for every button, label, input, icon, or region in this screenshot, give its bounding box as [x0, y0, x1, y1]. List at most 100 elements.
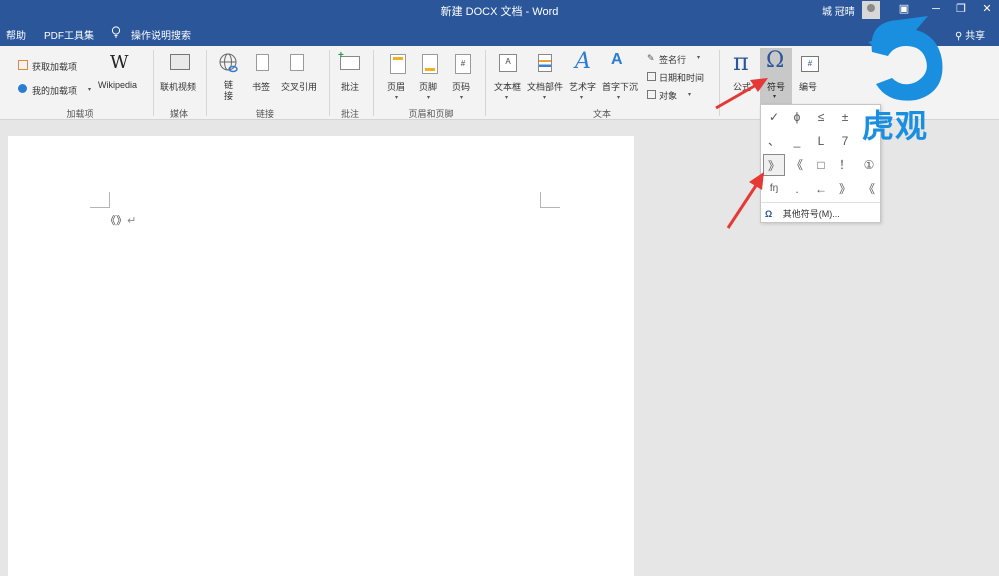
title-bar: 新建 DOCX 文档 - Word 城 冠晴 ▣ ─ ❐ ✕	[0, 0, 999, 20]
share-label: 共享	[965, 31, 986, 42]
symbol-cell[interactable]: ±	[834, 106, 856, 128]
tab-pdf-tools[interactable]: PDF工具集	[44, 27, 94, 42]
numbering-icon: #	[801, 56, 819, 72]
symbol-cell[interactable]: 《	[786, 154, 808, 176]
symbol-cell[interactable]: 》	[834, 178, 856, 200]
tab-bar: 帮助 PDF工具集 操作说明搜索 ⚲ 共享	[0, 20, 999, 46]
symbol-cell[interactable]: ！	[834, 154, 856, 176]
object-icon	[647, 90, 656, 99]
document-page[interactable]	[8, 136, 634, 576]
chevron-down-icon[interactable]: ▾	[688, 91, 691, 98]
chevron-down-icon[interactable]: ▾	[460, 94, 463, 101]
symbol-button[interactable]: Ω 符号 ▾	[760, 48, 792, 104]
comment-button[interactable]: 批注	[341, 80, 359, 93]
symbol-cell[interactable]: ✓	[763, 106, 785, 128]
symbol-label: 符号	[767, 82, 786, 92]
restore-button[interactable]: ❐	[954, 2, 968, 16]
crop-mark	[90, 192, 110, 208]
chevron-down-icon[interactable]: ▾	[427, 94, 430, 101]
symbol-cell[interactable]: ϕ	[786, 106, 808, 128]
equation-button[interactable]: 公式	[733, 80, 751, 93]
wikipedia-icon: W	[110, 52, 129, 73]
link-globe-icon	[219, 53, 238, 73]
group-label-header-footer: 页眉和页脚	[408, 109, 454, 119]
document-text-content: 《》	[105, 215, 127, 227]
watermark-text: 虎观	[862, 107, 929, 145]
omega-icon: Ω	[765, 209, 773, 219]
symbol-cell[interactable]: fŋ	[763, 178, 785, 200]
textbox-icon: A	[499, 54, 517, 72]
footer-icon	[422, 54, 438, 74]
symbol-cell[interactable]: L	[810, 130, 832, 152]
page-number-button[interactable]: 页码	[452, 80, 470, 93]
group-divider	[373, 50, 374, 116]
dropcap-button[interactable]: 首字下沉	[602, 80, 638, 93]
crop-mark	[540, 192, 560, 208]
group-divider	[485, 50, 486, 116]
symbol-cell-selected[interactable]: 》	[763, 154, 785, 176]
symbol-cell[interactable]: 《	[858, 178, 880, 200]
date-time-button[interactable]: 日期和时间	[659, 71, 704, 84]
document-text[interactable]: 《》↵	[105, 212, 136, 228]
chevron-down-icon[interactable]: ▾	[580, 94, 583, 101]
footer-button[interactable]: 页脚	[419, 80, 437, 93]
textbox-button[interactable]: 文本框	[494, 80, 521, 93]
group-label-links: 链接	[255, 109, 274, 119]
bookmark-button[interactable]: 书签	[252, 80, 270, 93]
online-video-button[interactable]: 联机视频	[160, 80, 196, 93]
store-icon	[18, 60, 28, 70]
symbol-cell[interactable]: _	[786, 130, 808, 152]
symbol-cell[interactable]: ①	[858, 154, 880, 176]
more-symbols-item[interactable]: Ω 其他符号(M)...	[765, 207, 840, 220]
symbol-cell[interactable]: .	[786, 178, 808, 200]
paragraph-mark-icon: ↵	[127, 215, 137, 227]
header-icon	[390, 54, 406, 74]
signature-icon: ✎	[647, 53, 655, 63]
symbol-cell[interactable]: ←	[810, 178, 832, 200]
page-number-icon: #	[455, 54, 471, 74]
chevron-down-icon: ▾	[773, 94, 777, 100]
chevron-down-icon[interactable]: ▾	[395, 94, 398, 101]
chevron-down-icon[interactable]: ▾	[543, 94, 546, 101]
my-addins-button[interactable]: 我的加载项	[32, 84, 77, 97]
dropcap-icon: A	[611, 51, 623, 68]
more-symbols-label: 其他符号(M)...	[782, 209, 840, 219]
tell-me-search[interactable]: 操作说明搜索	[131, 27, 191, 42]
numbering-button[interactable]: 编号	[799, 80, 817, 93]
lightbulb-icon	[111, 26, 121, 38]
share-button[interactable]: ⚲ 共享	[955, 27, 985, 42]
close-button[interactable]: ✕	[980, 2, 994, 16]
quick-parts-button[interactable]: 文档部件	[527, 80, 563, 93]
group-label-addins: 加载项	[66, 109, 94, 119]
group-label-comments: 批注	[340, 109, 359, 119]
symbol-cell[interactable]: 、	[763, 130, 785, 152]
symbol-cell[interactable]: ≤	[810, 106, 832, 128]
header-button[interactable]: 页眉	[387, 80, 405, 93]
quick-parts-icon	[538, 54, 552, 72]
my-addins-icon	[18, 84, 27, 93]
link-button[interactable]: 链接	[224, 80, 234, 102]
person-icon: ⚲	[955, 31, 966, 42]
bookmark-icon	[256, 54, 269, 71]
divider	[761, 202, 880, 203]
chevron-down-icon[interactable]: ▾	[505, 94, 508, 101]
plus-icon: +	[338, 50, 344, 61]
group-divider	[206, 50, 207, 116]
chevron-down-icon[interactable]: ▾	[697, 54, 700, 61]
online-video-icon	[170, 54, 190, 70]
tab-help[interactable]: 帮助	[6, 27, 26, 42]
account-name[interactable]: 城 冠晴	[822, 3, 855, 18]
calendar-icon	[647, 72, 656, 81]
signature-line-button[interactable]: 签名行	[659, 53, 686, 66]
symbol-cell[interactable]: 7	[834, 130, 856, 152]
group-divider	[153, 50, 154, 116]
wordart-button[interactable]: 艺术字	[569, 80, 596, 93]
get-addins-button[interactable]: 获取加载项	[32, 60, 77, 73]
wikipedia-button[interactable]: Wikipedia	[98, 80, 137, 90]
cross-reference-icon	[290, 54, 304, 71]
chevron-down-icon[interactable]: ▾	[617, 94, 620, 101]
symbol-cell[interactable]: □	[810, 154, 832, 176]
object-button[interactable]: 对象	[659, 89, 677, 102]
chevron-down-icon[interactable]: ▾	[88, 86, 91, 93]
cross-reference-button[interactable]: 交叉引用	[281, 80, 317, 93]
